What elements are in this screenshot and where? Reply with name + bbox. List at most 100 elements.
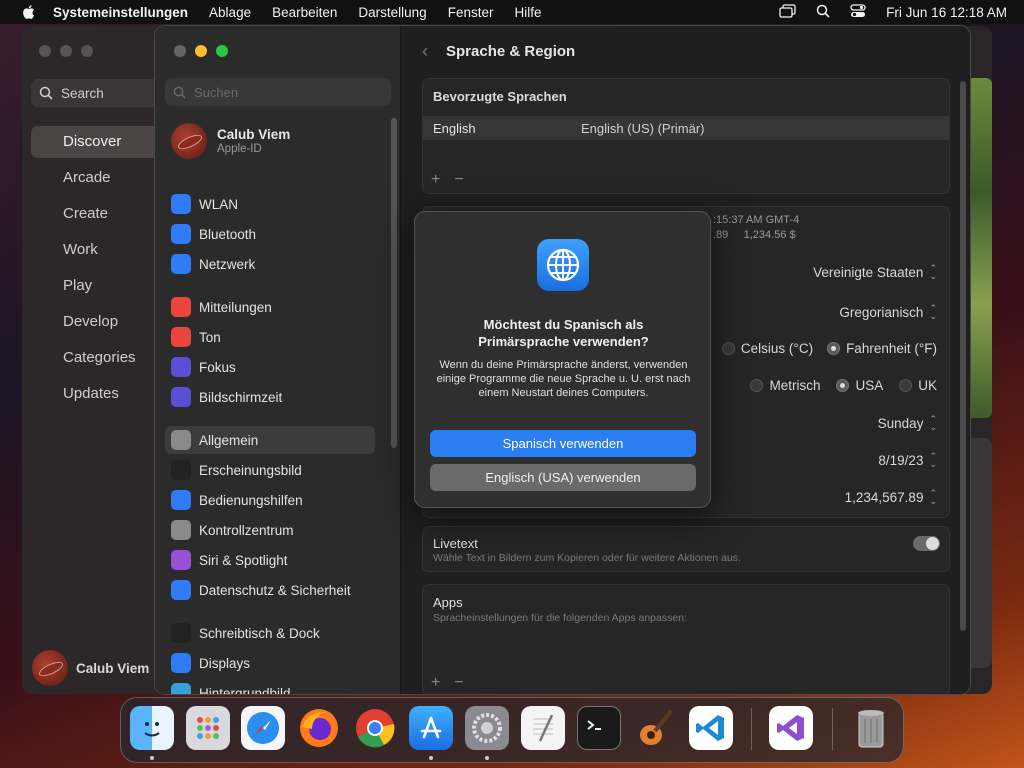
sidebar-item-wlan[interactable]: WLAN bbox=[165, 190, 375, 218]
nav-updates[interactable]: Updates bbox=[31, 378, 166, 410]
dock-garageband-icon[interactable] bbox=[633, 706, 677, 750]
sidebar-item-mitteilungen[interactable]: Mitteilungen bbox=[165, 293, 375, 321]
number-format-popup[interactable]: 1,234,567.89 ⌃ ⌄ bbox=[845, 488, 937, 506]
dock-system-settings-icon[interactable] bbox=[465, 706, 509, 750]
nav-create[interactable]: Create bbox=[31, 198, 166, 230]
dock-running-indicator bbox=[429, 756, 433, 760]
minimize-button[interactable] bbox=[60, 45, 72, 57]
use-spanish-button[interactable]: Spanisch verwenden bbox=[430, 430, 696, 457]
nav-play[interactable]: Play bbox=[31, 270, 166, 302]
sidebar-item-ton[interactable]: Ton bbox=[165, 323, 375, 351]
sidebar-item-siri-spotlight[interactable]: Siri & Spotlight bbox=[165, 546, 375, 574]
sidebar-item-allgemein[interactable]: Allgemein bbox=[165, 426, 375, 454]
dock-trash-icon[interactable] bbox=[849, 706, 893, 750]
screen-mirroring-icon[interactable] bbox=[779, 3, 796, 21]
add-app-icon[interactable]: + bbox=[431, 674, 440, 692]
featured-card[interactable] bbox=[968, 438, 992, 668]
sidebar-scrollbar[interactable] bbox=[391, 118, 397, 448]
dock-separator bbox=[751, 708, 752, 750]
nav-develop[interactable]: Develop bbox=[31, 306, 166, 338]
minimize-button[interactable] bbox=[195, 45, 207, 57]
temp-fahrenheit-radio[interactable]: Fahrenheit (°F) bbox=[827, 341, 937, 356]
apple-menu-icon[interactable] bbox=[19, 3, 37, 21]
menu-systemeinstellungen[interactable]: Systemeinstellungen bbox=[53, 5, 188, 20]
apps-panel: Apps Spracheinstellungen für die folgend… bbox=[422, 584, 950, 694]
first-day-value: Sunday bbox=[877, 415, 924, 431]
apple-id-account[interactable]: Calub Viem Apple-ID bbox=[171, 123, 290, 159]
sidebar-item-fokus[interactable]: Fokus bbox=[165, 353, 375, 381]
temp-celsius-radio[interactable]: Celsius (°C) bbox=[721, 341, 814, 356]
dock-finder-icon[interactable] bbox=[130, 706, 174, 750]
menu-ablage[interactable]: Ablage bbox=[209, 5, 251, 20]
settings-search-field[interactable]: Suchen bbox=[165, 78, 391, 106]
preferred-languages-panel: Bevorzugte Sprachen English English (US)… bbox=[422, 78, 950, 194]
remove-app-icon[interactable]: − bbox=[454, 674, 463, 692]
sidebar-item-kontrollzentrum[interactable]: Kontrollzentrum bbox=[165, 516, 375, 544]
menu-bearbeiten[interactable]: Bearbeiten bbox=[272, 5, 337, 20]
region-popup[interactable]: Vereinigte Staaten ⌃ ⌄ bbox=[813, 264, 937, 281]
sidebar-item-netzwerk[interactable]: Netzwerk bbox=[165, 250, 375, 278]
dock-app-store-icon[interactable] bbox=[409, 706, 453, 750]
use-english-button[interactable]: Englisch (USA) verwenden bbox=[430, 464, 696, 491]
dock-chrome-icon[interactable] bbox=[353, 706, 397, 750]
measure-uk-radio[interactable]: UK bbox=[899, 378, 937, 393]
sidebar-item-datenschutz-sicherheit[interactable]: Datenschutz & Sicherheit bbox=[165, 576, 375, 604]
updown-chevron-icon: ⌃ ⌄ bbox=[929, 488, 937, 506]
format-preview-time: :15:37 AM GMT-4 bbox=[713, 214, 800, 226]
add-language-icon[interactable]: + bbox=[431, 171, 440, 189]
close-button[interactable] bbox=[174, 45, 186, 57]
nav-work[interactable]: Work bbox=[31, 234, 166, 266]
zoom-button[interactable] bbox=[81, 45, 93, 57]
app-store-search[interactable]: Search bbox=[31, 79, 166, 107]
sidebar-item-bedienungshilfen[interactable]: Bedienungshilfen bbox=[165, 486, 375, 514]
close-button[interactable] bbox=[39, 45, 51, 57]
sidebar-item-bluetooth[interactable]: Bluetooth bbox=[165, 220, 375, 248]
menu-fenster[interactable]: Fenster bbox=[448, 5, 494, 20]
menubar-clock[interactable]: Fri Jun 16 12:18 AM bbox=[886, 5, 1007, 20]
featured-image[interactable] bbox=[970, 78, 992, 418]
measure-metric-radio[interactable]: Metrisch bbox=[750, 378, 820, 393]
measure-usa-radio[interactable]: USA bbox=[836, 378, 883, 393]
menu-darstellung[interactable]: Darstellung bbox=[358, 5, 426, 20]
avatar bbox=[32, 650, 68, 686]
zoom-button[interactable] bbox=[216, 45, 228, 57]
sidebar-item-schreibtisch-dock[interactable]: Schreibtisch & Dock bbox=[165, 619, 375, 647]
dock-safari-icon[interactable] bbox=[241, 706, 285, 750]
account-name: Calub Viem bbox=[217, 127, 291, 142]
first-day-popup[interactable]: Sunday ⌃ ⌄ bbox=[877, 415, 937, 432]
sidebar-item-displays[interactable]: Displays bbox=[165, 649, 375, 677]
settings-search-placeholder: Suchen bbox=[194, 84, 239, 100]
temperature-options: Celsius (°C) Fahrenheit (°F) bbox=[721, 341, 937, 356]
nav-categories[interactable]: Categories bbox=[31, 342, 166, 374]
remove-language-icon[interactable]: − bbox=[454, 171, 463, 189]
sidebar-item-erscheinungsbild[interactable]: Erscheinungsbild bbox=[165, 456, 375, 484]
dock-vscode-icon[interactable] bbox=[689, 706, 733, 750]
dock-launchpad-icon[interactable] bbox=[186, 706, 230, 750]
main-scrollbar[interactable] bbox=[960, 81, 966, 631]
radio-selected-icon bbox=[836, 379, 850, 392]
sidebar-item-bildschirmzeit[interactable]: Bildschirmzeit bbox=[165, 383, 375, 411]
search-icon[interactable] bbox=[816, 4, 830, 21]
dock-visual-studio-icon[interactable] bbox=[769, 706, 813, 750]
format-preview-numbers: .89 1,234.56 $ bbox=[713, 229, 796, 241]
nav-arcade[interactable]: Arcade bbox=[31, 162, 166, 194]
app-store-account[interactable]: Calub Viem bbox=[32, 650, 149, 686]
sidebar-item-hintergrundbild[interactable]: Hintergrundbild bbox=[165, 679, 375, 694]
menu-hilfe[interactable]: Hilfe bbox=[514, 5, 541, 20]
dock-textedit-icon[interactable] bbox=[521, 706, 565, 750]
dock-terminal-icon[interactable] bbox=[577, 706, 621, 750]
calendar-popup[interactable]: Gregorianisch ⌃ ⌄ bbox=[839, 304, 937, 321]
dock-icon bbox=[171, 623, 191, 643]
language-row[interactable]: English English (US) (Primär) bbox=[423, 116, 949, 140]
livetext-toggle[interactable] bbox=[913, 536, 940, 551]
region-value: Vereinigte Staaten bbox=[813, 264, 924, 280]
speaker-icon bbox=[171, 327, 191, 347]
livetext-description: Wähle Text in Bildern zum Kopieren oder … bbox=[433, 552, 741, 564]
temp-celsius-label: Celsius (°C) bbox=[740, 341, 814, 356]
control-center-icon[interactable] bbox=[850, 3, 866, 21]
dialog-message: Wenn du deine Primärsprache änderst, ver… bbox=[436, 359, 691, 399]
dock-firefox-icon[interactable] bbox=[297, 706, 341, 750]
back-chevron-icon[interactable]: ‹ bbox=[422, 41, 428, 62]
nav-discover[interactable]: Discover bbox=[31, 126, 166, 158]
date-format-popup[interactable]: 8/19/23 ⌃ ⌄ bbox=[878, 452, 937, 469]
